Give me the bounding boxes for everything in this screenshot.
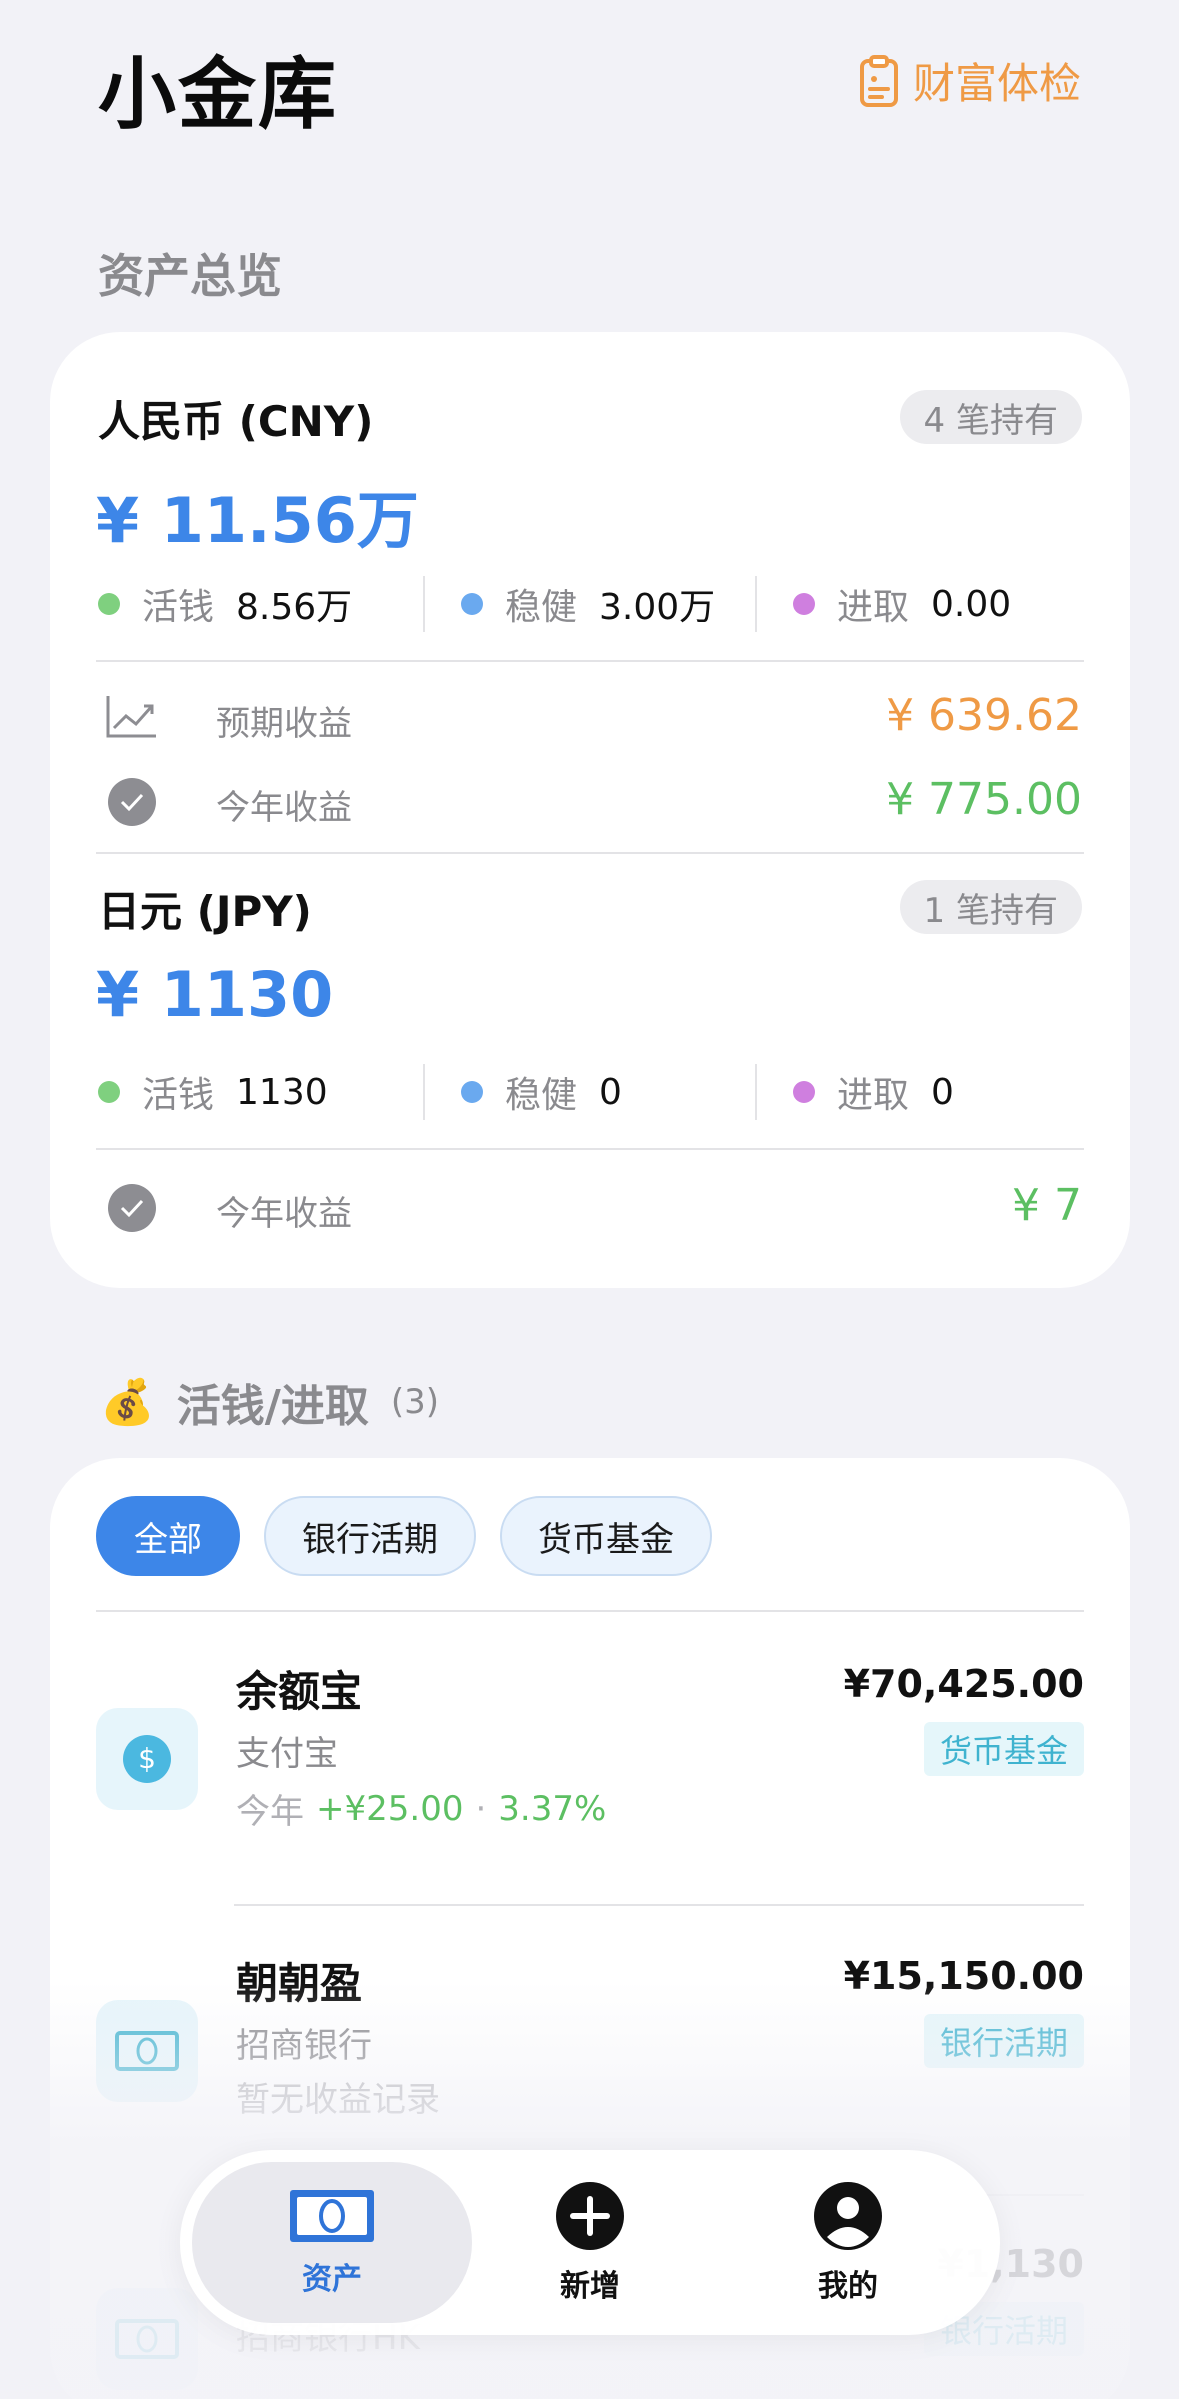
alloc-steady: 稳健 3.00万 [425,578,755,630]
overview-section-title: 资产总览 [98,249,282,303]
liquid-dot [98,593,120,615]
item-stat: 暂无收益记录 [236,2080,440,2120]
steady-dot [461,593,483,615]
list-item[interactable]: $ 余额宝 支付宝 今年 +¥25.00 · 3.37% ¥70,425.00 … [50,1658,1130,1888]
app-title: 小金库 [98,50,339,140]
alloc-liquid: 活钱 1130 [98,1066,423,1118]
svg-text:$: $ [138,1742,156,1775]
tab-add-label: 新增 [560,2268,620,2304]
item-amount: ¥70,425.00 [843,1662,1084,1706]
trend-chart-icon [106,696,156,738]
year-earnings-label: 今年收益 [216,1194,352,1234]
filter-chips: 全部 银行活期 货币基金 [96,1496,712,1576]
item-stat: 今年 +¥25.00 · 3.37% [236,1788,607,1833]
plus-circle-icon [556,2181,624,2250]
divider [96,660,1084,662]
divider [96,1610,1084,1612]
check-circle-icon [108,778,156,826]
aggressive-dot [793,593,815,615]
year-earnings-value: ¥ 7 [1012,1180,1082,1231]
banknote-icon [96,2000,198,2102]
tab-assets[interactable]: 资产 [192,2162,472,2323]
currency-name-jpy: 日元 (JPY) [98,887,312,936]
tab-assets-label: 资产 [302,2261,362,2297]
holding-count-badge: 4 笔持有 [899,390,1082,444]
overview-card: 人民币 (CNY) 4 笔持有 ¥ 11.56万 活钱 8.56万 稳健 3.0… [50,332,1130,1288]
item-provider: 招商银行 [236,2026,372,2066]
item-amount: ¥15,150.00 [843,1954,1084,1998]
allocation-row-cny: 活钱 8.56万 稳健 3.00万 进取 0.00 [98,576,1088,632]
divider [234,1904,1084,1906]
clipboard-icon [859,54,898,107]
holding-count-badge: 1 笔持有 [899,880,1082,934]
liquid-dot [98,1081,120,1103]
alloc-liquid: 活钱 8.56万 [98,578,423,630]
alloc-steady: 稳健 0 [425,1066,755,1118]
wealth-checkup-button[interactable]: 财富体检 [859,50,1081,111]
alloc-aggressive: 进取 0.00 [757,578,1011,630]
wealth-checkup-label: 财富体检 [912,59,1081,108]
liquid-count: (3) [390,1382,440,1422]
expected-earnings-value: ¥ 639.62 [886,690,1082,741]
item-provider: 支付宝 [236,1734,338,1774]
dollar-coin-icon: $ [96,1708,198,1810]
liquid-section-title: 💰 活钱/进取 (3) [100,1377,440,1432]
year-earnings-label: 今年收益 [216,788,352,828]
person-circle-icon [814,2181,882,2250]
divider [96,852,1084,854]
tab-profile[interactable]: 我的 [708,2162,988,2323]
check-circle-icon [108,1184,156,1232]
chip-money-fund[interactable]: 货币基金 [500,1496,712,1576]
tab-add[interactable]: 新增 [450,2162,730,2323]
expected-earnings-label: 预期收益 [216,704,352,744]
chip-bank-demand[interactable]: 银行活期 [264,1496,476,1576]
banknote-icon [96,2288,198,2390]
tab-profile-label: 我的 [818,2268,878,2304]
item-name: 朝朝盈 [236,1959,363,2008]
currency-name-cny: 人民币 (CNY) [98,397,374,446]
divider [96,1148,1084,1150]
year-earnings-value: ¥ 775.00 [886,774,1082,825]
aggressive-dot [793,1081,815,1103]
steady-dot [461,1081,483,1103]
banknote-icon [290,2189,374,2242]
item-type-tag: 货币基金 [923,1722,1084,1776]
bottom-tab-bar: 资产 新增 我的 [180,2150,1000,2335]
chip-all[interactable]: 全部 [96,1496,240,1576]
alloc-aggressive: 进取 0 [757,1066,954,1118]
currency-total-jpy: ¥ 1130 [96,958,334,1031]
currency-total-cny: ¥ 11.56万 [96,484,419,557]
list-item[interactable]: 朝朝盈 招商银行 暂无收益记录 ¥15,150.00 银行活期 [50,1950,1130,2150]
item-type-tag: 银行活期 [923,2014,1084,2068]
item-name: 余额宝 [236,1667,363,1716]
money-bag-icon: 💰 [100,1377,155,1428]
allocation-row-jpy: 活钱 1130 稳健 0 进取 0 [98,1064,1088,1120]
